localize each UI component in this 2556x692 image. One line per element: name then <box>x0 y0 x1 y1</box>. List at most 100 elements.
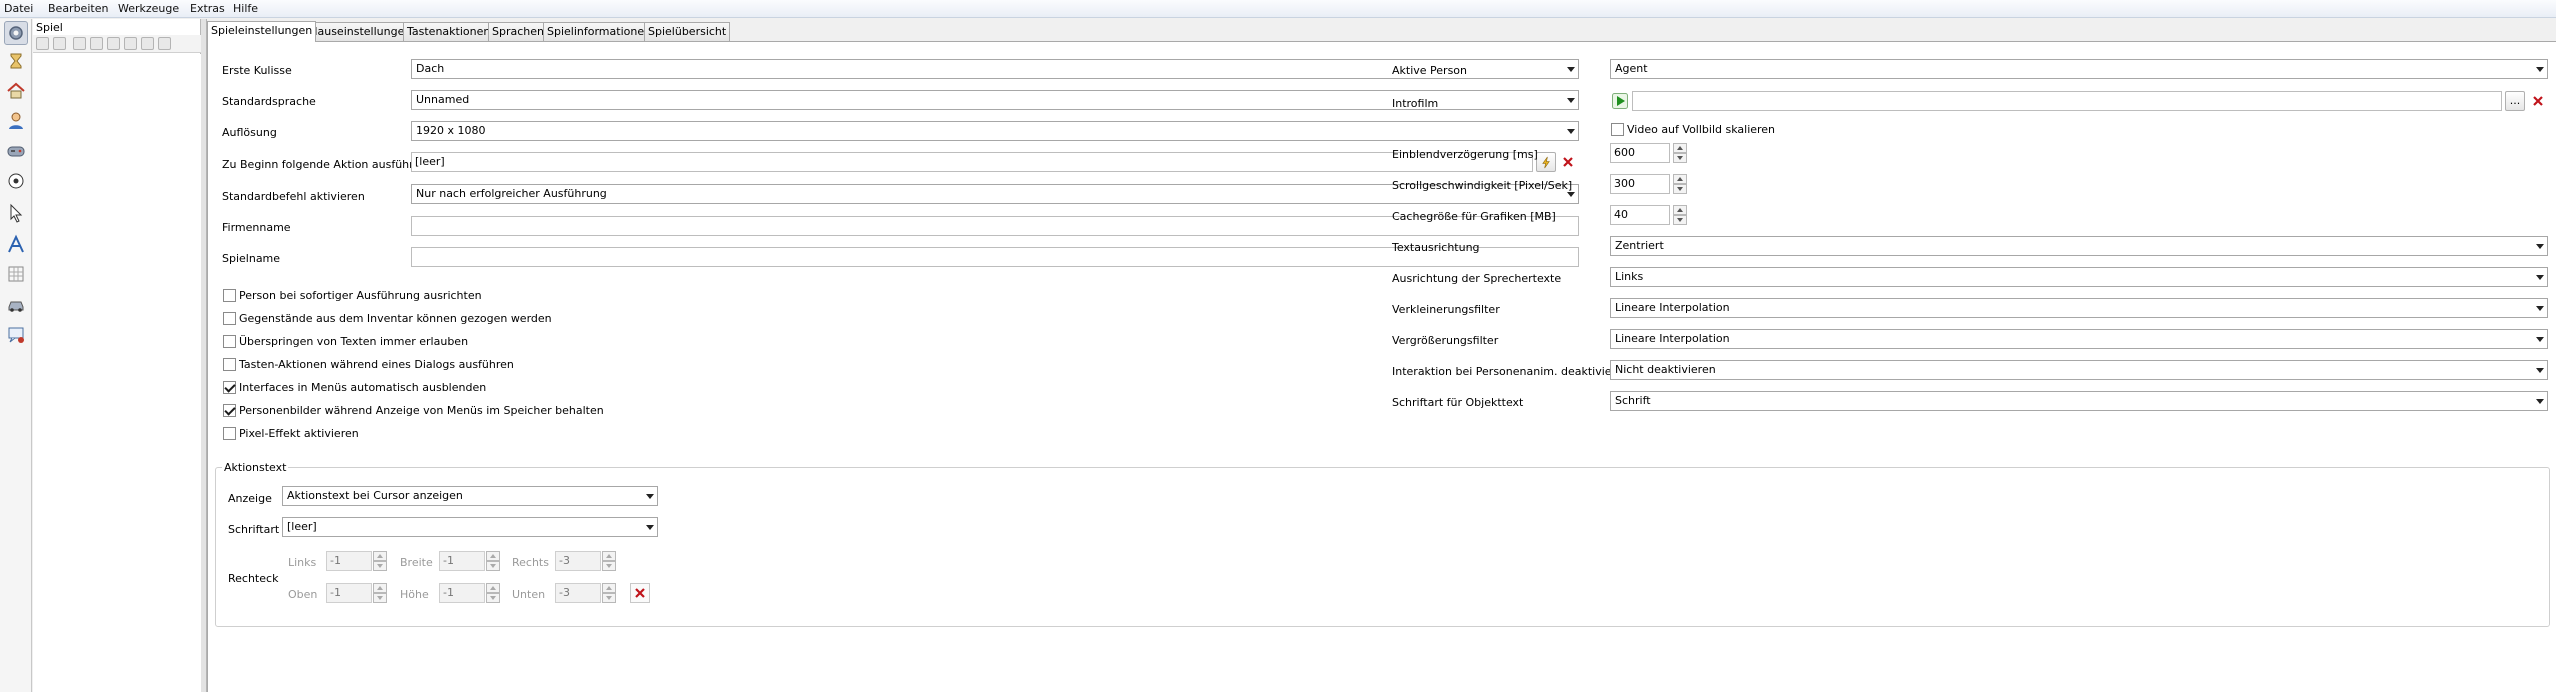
hoehe-spinner[interactable] <box>486 583 500 603</box>
aktive-person-select[interactable]: Agent <box>1610 59 2548 79</box>
lightning-icon[interactable] <box>1536 152 1556 172</box>
hoehe-field[interactable]: -1 <box>439 583 485 603</box>
home-icon[interactable] <box>4 79 28 103</box>
checkbox-tasten-dialog[interactable] <box>223 358 236 371</box>
font-icon[interactable] <box>4 232 28 256</box>
clear-introfilm-icon[interactable] <box>2528 91 2548 111</box>
rechts-field[interactable]: -3 <box>555 551 601 571</box>
copy-icon[interactable] <box>90 37 103 50</box>
aufloesung-select[interactable]: 1920 x 1080 <box>411 121 1579 141</box>
checkbox-personenbilder-speicher[interactable] <box>223 404 236 417</box>
einblend-field[interactable]: 600 <box>1610 143 1670 163</box>
clear-rechteck-icon[interactable] <box>630 583 650 603</box>
menu-werkzeuge[interactable]: Werkzeuge <box>118 2 179 15</box>
clear-aktion-icon[interactable] <box>1558 152 1578 172</box>
einblend-spinner[interactable] <box>1673 143 1687 163</box>
chevron-down-icon <box>2536 368 2544 373</box>
unten-spinner[interactable] <box>602 583 616 603</box>
checkbox-inventar-ziehen[interactable] <box>223 312 236 325</box>
cache-spinner[interactable] <box>1673 205 1687 225</box>
links-label: Links <box>288 556 317 569</box>
checkbox-video-skalieren[interactable] <box>1611 123 1624 136</box>
chevron-down-icon <box>646 494 654 499</box>
menu-hilfe[interactable]: Hilfe <box>233 2 258 15</box>
sprechertexte-select[interactable]: Links <box>1610 267 2548 287</box>
menu-bearbeiten[interactable]: Bearbeiten <box>48 2 108 15</box>
remove-icon[interactable] <box>53 37 66 50</box>
checkbox-interfaces-ausblenden[interactable] <box>223 381 236 394</box>
tab-tastenaktionen[interactable]: Tastenaktionen <box>403 22 495 41</box>
tree-view[interactable] <box>33 54 201 692</box>
ball-icon[interactable] <box>4 169 28 193</box>
gear-icon[interactable] <box>4 21 28 45</box>
beginn-aktion-field[interactable]: [leer] <box>411 152 1533 172</box>
beginn-aktion-label: Zu Beginn folgende Aktion ausführen <box>222 158 428 171</box>
interaktion-select[interactable]: Nicht deaktivieren <box>1610 360 2548 380</box>
verkleinerung-value: Lineare Interpolation <box>1615 301 1730 314</box>
introfilm-field[interactable] <box>1632 91 2502 111</box>
checkbox-texte-ueberspringen[interactable] <box>223 335 236 348</box>
oben-spinner[interactable] <box>373 583 387 603</box>
spielname-label: Spielname <box>222 252 281 265</box>
tab-spielinformationen[interactable]: Spielinformationen <box>543 22 656 41</box>
checkbox-interfaces-ausblenden-label: Interfaces in Menüs automatisch ausblend… <box>239 381 487 394</box>
tab-mauseinstellungen[interactable]: Mauseinstellungen <box>304 22 416 41</box>
cursor-icon[interactable] <box>4 201 28 225</box>
aufloesung-value: 1920 x 1080 <box>416 124 486 137</box>
tab-spieleinstellungen[interactable]: Spieleinstellungen <box>207 21 317 42</box>
chevron-down-icon <box>2536 306 2544 311</box>
tab-sprachen[interactable]: Sprachen <box>488 22 548 41</box>
checkbox-video-skalieren-label: Video auf Vollbild skalieren <box>1627 123 1776 136</box>
scroll-spinner[interactable] <box>1673 174 1687 194</box>
hourglass-icon[interactable] <box>4 49 28 73</box>
settings-content: Erste Kulisse Dach Standardsprache Unnam… <box>207 41 2556 692</box>
anzeige-select[interactable]: Aktionstext bei Cursor anzeigen <box>282 486 658 506</box>
einblend-label: Einblendverzögerung [ms] <box>1392 148 1538 161</box>
unten-field[interactable]: -3 <box>555 583 601 603</box>
tree-toolbar <box>33 35 201 53</box>
tree-title: Spiel <box>36 21 63 34</box>
breite-field[interactable]: -1 <box>439 551 485 571</box>
dialog-icon[interactable] <box>4 323 28 347</box>
move-up-icon[interactable] <box>141 37 154 50</box>
checkbox-texte-ueberspringen-label: Überspringen von Texten immer erlauben <box>239 335 469 348</box>
schriftart-select[interactable]: [leer] <box>282 517 658 537</box>
checkbox-person-ausrichten[interactable] <box>223 289 236 302</box>
tab-spieluebersicht[interactable]: Spielübersicht <box>644 22 731 41</box>
verkleinerung-select[interactable]: Lineare Interpolation <box>1610 298 2548 318</box>
aktive-person-value: Agent <box>1615 62 1648 75</box>
vergroesserung-select[interactable]: Lineare Interpolation <box>1610 329 2548 349</box>
menu-extras[interactable]: Extras <box>190 2 225 15</box>
chevron-down-icon <box>1567 67 1575 72</box>
standardbefehl-label: Standardbefehl aktivieren <box>222 190 365 203</box>
paste-icon[interactable] <box>107 37 120 50</box>
sprechertexte-value: Links <box>1615 270 1644 283</box>
checkbox-pixel-effekt[interactable] <box>223 427 236 440</box>
checkbox-inventar-ziehen-label: Gegenstände aus dem Inventar können gezo… <box>239 312 552 325</box>
menu-datei[interactable]: Datei <box>4 2 33 15</box>
breite-label: Breite <box>400 556 433 569</box>
move-down-icon[interactable] <box>158 37 171 50</box>
duplicate-icon[interactable] <box>124 37 137 50</box>
play-icon[interactable] <box>1610 91 1630 111</box>
cache-field[interactable]: 40 <box>1610 205 1670 225</box>
schriftart-obj-select[interactable]: Schrift <box>1610 391 2548 411</box>
grid-icon[interactable] <box>4 262 28 286</box>
rename-icon[interactable] <box>73 37 86 50</box>
schriftart-label: Schriftart <box>228 523 280 536</box>
oben-field[interactable]: -1 <box>326 583 372 603</box>
standardbefehl-value: Nur nach erfolgreicher Ausführung <box>416 187 607 200</box>
breite-spinner[interactable] <box>486 551 500 571</box>
scroll-field[interactable]: 300 <box>1610 174 1670 194</box>
person-icon[interactable] <box>4 109 28 133</box>
links-field[interactable]: -1 <box>326 551 372 571</box>
textausrichtung-select[interactable]: Zentriert <box>1610 236 2548 256</box>
gamepad-icon[interactable] <box>4 139 28 163</box>
rechts-spinner[interactable] <box>602 551 616 571</box>
add-icon[interactable] <box>36 37 49 50</box>
menu-bar: Datei Bearbeiten Werkzeuge Extras Hilfe <box>0 0 2556 18</box>
erste-kulisse-label: Erste Kulisse <box>222 64 292 77</box>
browse-button[interactable]: ... <box>2505 91 2525 111</box>
car-icon[interactable] <box>4 292 28 316</box>
links-spinner[interactable] <box>373 551 387 571</box>
